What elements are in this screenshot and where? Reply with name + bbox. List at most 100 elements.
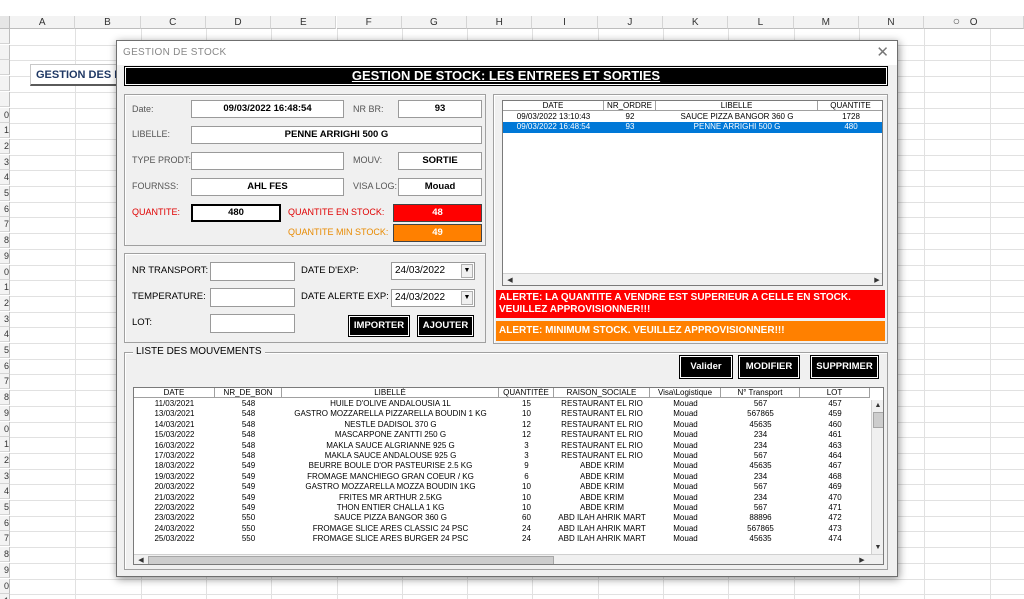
column-header[interactable]: F <box>336 16 402 29</box>
table-row[interactable]: 23/03/2022 550 SAUCE PIZZA BANGOR 360 G 60 A… <box>134 513 870 523</box>
row-header[interactable] <box>0 44 10 60</box>
table-row[interactable]: 13/03/2021 548 GASTRO MOZZARELLA PIZZARELL… <box>134 409 870 419</box>
scroll-right-icon[interactable]: ▶ <box>856 555 868 564</box>
movements-listbox[interactable]: DATE NR_DE_BON LIBELLÉ QUANTITÉE RAISON_… <box>133 387 884 565</box>
table-row[interactable]: 22/03/2022 549 THON ENTIER CHALLA 1 KG 10 AB… <box>134 503 870 513</box>
row-header[interactable]: 1 <box>0 280 10 296</box>
delete-button[interactable]: SUPPRIMER <box>810 355 879 379</box>
row-header[interactable]: 7 <box>0 531 10 547</box>
import-button[interactable]: IMPORTER <box>348 315 410 337</box>
row-header[interactable]: 1 <box>0 123 10 139</box>
column-header[interactable]: G <box>401 16 468 29</box>
row-header[interactable]: 7 <box>0 217 10 233</box>
lot-field[interactable] <box>210 314 295 333</box>
list-item[interactable]: 09/03/2022 13:10:43 92 SAUCE PIZZA BANGOR … <box>503 112 882 122</box>
libelle-field[interactable]: PENNE ARRIGHI 500 G <box>191 126 482 144</box>
scroll-right-icon[interactable]: ▶ <box>871 275 882 285</box>
row-header[interactable]: 9 <box>0 248 10 264</box>
table-row[interactable]: 21/03/2022 549 FRITES MR ARTHUR 2.5KG 10 ABD… <box>134 493 870 503</box>
table-row[interactable]: 17/03/2022 548 MAKLA SAUCE ANDALOUSE 925 G… <box>134 451 870 461</box>
select-all-corner[interactable] <box>0 16 10 29</box>
row-header[interactable]: 1 <box>0 437 10 453</box>
type-field[interactable] <box>191 152 344 170</box>
row-header[interactable]: 6 <box>0 201 10 217</box>
column-header[interactable]: L <box>728 16 794 29</box>
column-header[interactable]: C <box>140 16 206 29</box>
row-header[interactable]: 1 <box>0 594 10 599</box>
column-header[interactable]: O <box>924 16 1024 29</box>
table-row[interactable]: 18/03/2022 549 BEURRE BOULE D'OR PASTEURIS… <box>134 461 870 471</box>
row-header[interactable]: 5 <box>0 500 10 515</box>
visa-field[interactable]: Mouad <box>398 178 482 196</box>
date-field[interactable]: 09/03/2022 16:48:54 <box>191 100 344 118</box>
nr-transport-field[interactable] <box>210 262 295 281</box>
row-header[interactable]: 8 <box>0 390 10 406</box>
row-header[interactable]: 4 <box>0 170 10 186</box>
close-icon[interactable]: ✕ <box>876 43 889 61</box>
row-header[interactable] <box>0 91 10 107</box>
sheet-title-cell[interactable]: GESTION DES MO <box>30 64 118 86</box>
table-row[interactable]: 14/03/2021 548 NESTLE DADISOL 370 G 12 RESTA… <box>134 420 870 430</box>
column-header[interactable]: M <box>793 16 859 29</box>
row-header[interactable]: 4 <box>0 327 10 343</box>
recent-listbox[interactable]: DATE NR_ORDRE LIBELLE QUANTITE 09/03/202… <box>502 100 883 286</box>
movements-vscroll[interactable]: ▲ ▼ <box>871 400 883 554</box>
table-row[interactable]: 20/03/2022 549 GASTRO MOZZARELLA MOZZA BOU… <box>134 482 870 492</box>
column-header[interactable]: J <box>597 16 663 29</box>
movements-hscroll[interactable]: ◀ ▶ <box>134 554 883 564</box>
row-header[interactable]: 0 <box>0 421 10 437</box>
row-header[interactable]: 2 <box>0 452 10 468</box>
row-header[interactable]: 8 <box>0 547 10 563</box>
row-header[interactable]: 9 <box>0 562 10 578</box>
exp-date-picker[interactable]: 24/03/2022 ▼ <box>391 262 475 280</box>
table-row[interactable]: 15/03/2022 548 MASCARPONE ZANTTI 250 G 12 RE… <box>134 430 870 440</box>
alert-date-picker[interactable]: 24/03/2022 ▼ <box>391 289 475 307</box>
table-row[interactable]: 16/03/2022 548 MAKLA SAUCE ALGRIANNE 925 G… <box>134 441 870 451</box>
row-header[interactable]: 3 <box>0 154 10 170</box>
row-header[interactable]: 5 <box>0 343 10 358</box>
temperature-field[interactable] <box>210 288 295 307</box>
row-header[interactable]: 0 <box>0 264 10 280</box>
row-header[interactable] <box>0 76 10 92</box>
column-header[interactable]: K <box>663 16 729 29</box>
row-header[interactable]: 3 <box>0 468 10 484</box>
mouv-field[interactable]: SORTIE <box>398 152 482 170</box>
scroll-left-icon[interactable]: ◀ <box>135 555 147 564</box>
row-header[interactable]: 4 <box>0 484 10 500</box>
vscroll-thumb[interactable] <box>873 412 883 428</box>
fourn-field[interactable]: AHL FES <box>191 178 344 196</box>
recent-hscroll[interactable]: ◀ ▶ <box>503 273 882 285</box>
modify-button[interactable]: MODIFIER <box>738 355 800 379</box>
row-header[interactable]: 5 <box>0 186 10 201</box>
chevron-down-icon[interactable]: ▼ <box>461 264 473 278</box>
hscroll-thumb[interactable] <box>148 556 554 564</box>
list-item[interactable]: 09/03/2022 16:48:54 93 PENNE ARRIGHI 500 G… <box>503 122 882 133</box>
row-header[interactable]: 2 <box>0 295 10 311</box>
scroll-left-icon[interactable]: ◀ <box>504 275 516 285</box>
table-row[interactable]: 25/03/2022 550 FROMAGE SLICE ARES BURGER 2… <box>134 534 870 544</box>
row-header[interactable] <box>0 29 10 44</box>
excel-help-icon[interactable]: ○ <box>953 14 960 28</box>
row-header[interactable]: 9 <box>0 405 10 421</box>
column-header[interactable]: B <box>75 16 141 29</box>
qty-field[interactable]: 480 <box>191 204 281 222</box>
add-button[interactable]: AJOUTER <box>417 315 474 337</box>
column-header[interactable]: I <box>532 16 598 29</box>
row-header[interactable]: 0 <box>0 578 10 594</box>
row-header[interactable]: 6 <box>0 358 10 374</box>
row-header[interactable]: 7 <box>0 374 10 390</box>
scroll-down-icon[interactable]: ▼ <box>872 542 883 554</box>
row-header[interactable]: 2 <box>0 138 10 154</box>
row-header[interactable] <box>0 60 10 76</box>
row-header[interactable]: 8 <box>0 233 10 249</box>
column-header[interactable]: D <box>205 16 272 29</box>
row-header[interactable]: 0 <box>0 107 10 123</box>
row-header[interactable]: 6 <box>0 515 10 531</box>
column-header[interactable]: N <box>858 16 925 29</box>
table-row[interactable]: 24/03/2022 550 FROMAGE SLICE ARES CLASSIC … <box>134 524 870 534</box>
chevron-down-icon[interactable]: ▼ <box>461 291 473 305</box>
table-row[interactable]: 19/03/2022 549 FROMAGE MANCHIEGO GRAN COEU… <box>134 472 870 482</box>
scroll-up-icon[interactable]: ▲ <box>872 400 883 412</box>
table-row[interactable]: 11/03/2021 548 HUILE D'OLIVE ANDALOUSIA 1L… <box>134 399 870 409</box>
column-header[interactable]: H <box>467 16 533 29</box>
